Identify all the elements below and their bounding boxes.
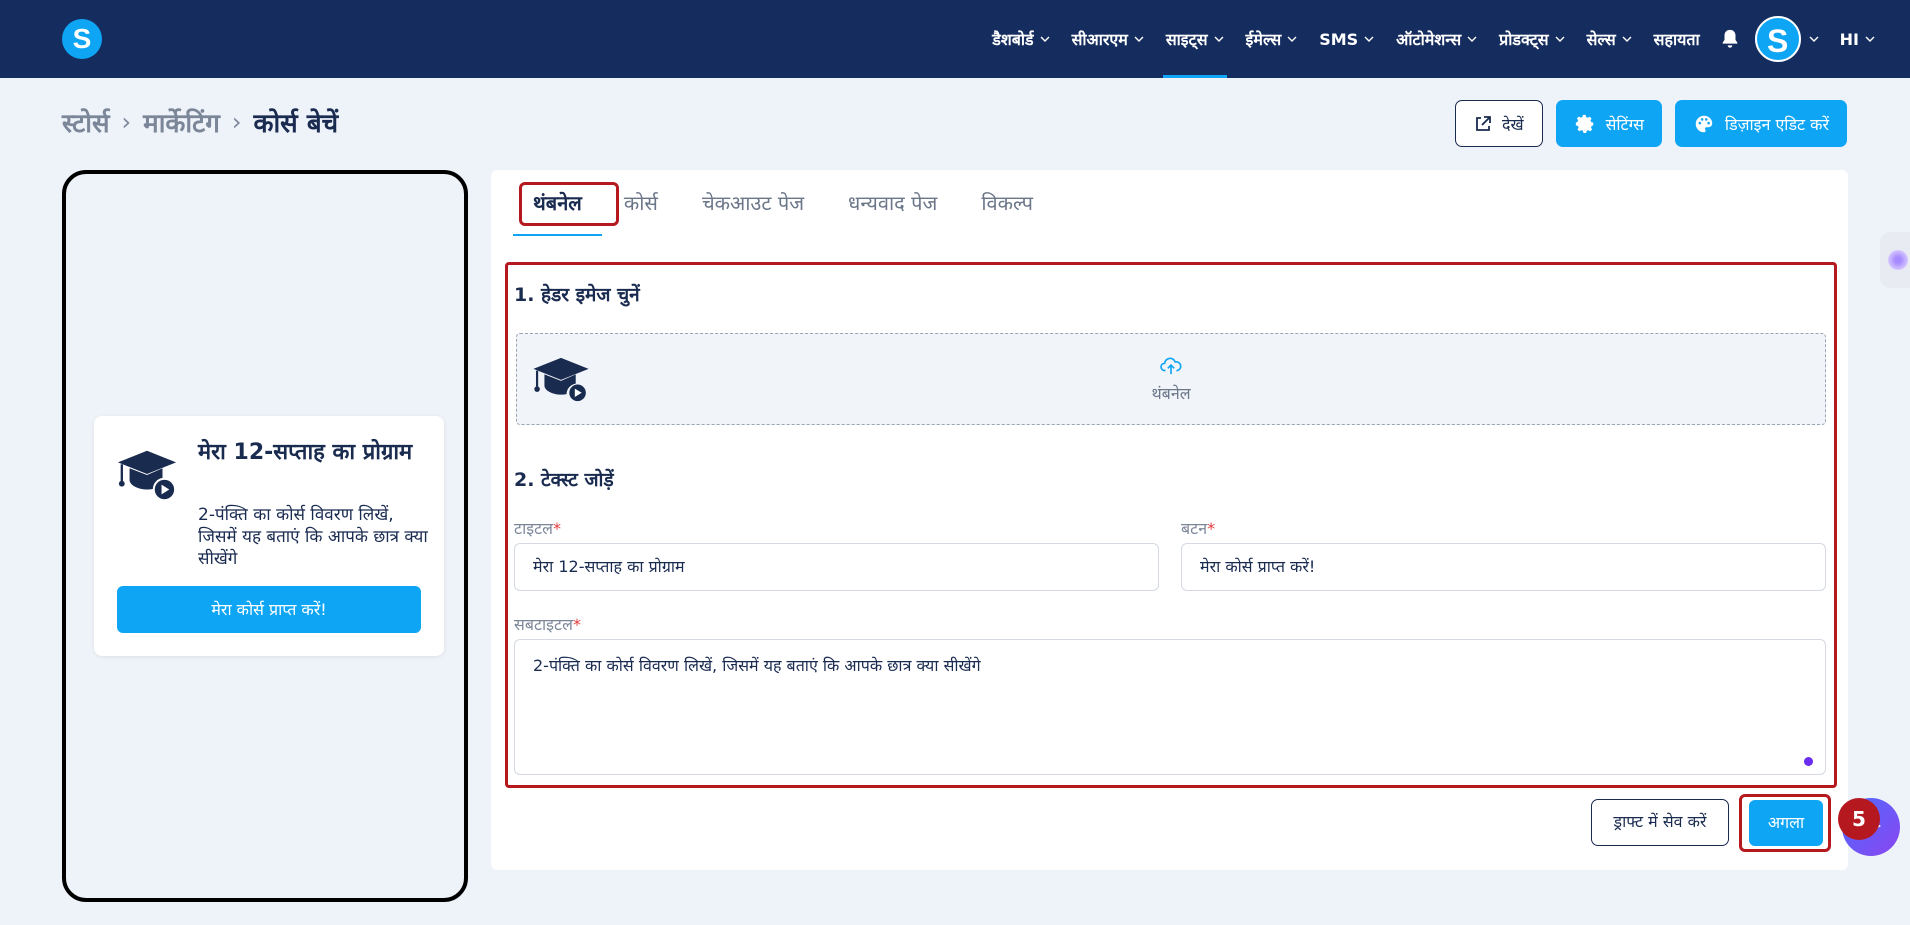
nav-item-label: प्रोडक्ट्स [1499,30,1549,49]
breadcrumb-current: कोर्स बेचें [253,109,339,139]
button-label-text: बटन [1181,519,1208,538]
upload-label: थंबनेल [1151,384,1191,403]
required-mark: * [1207,519,1216,538]
required-mark: * [572,615,581,634]
title-label-text: टाइटल [514,519,553,538]
chevron-down-icon [1134,36,1144,42]
form-highlight-box: 1. हेडर इमेज चुनें थंबनेल 2. टेक्स्ट जोड… [505,262,1837,788]
preview-title: मेरा 12-सप्ताह का प्रोग्राम [198,440,413,465]
chevron-down-icon [1287,36,1297,42]
nav-item-label: सहायता [1653,30,1700,49]
tab-thumbnail[interactable]: थंबनेल [513,170,602,236]
preview-card: मेरा 12-सप्ताह का प्रोग्राम 2-पंक्ति का … [94,416,444,656]
breadcrumb: स्टोर्स › मार्केटिंग › कोर्स बेचें [62,104,338,140]
nav-item-sales[interactable]: सेल्स [1576,0,1643,78]
preview-subtitle: 2-पंक्ति का कोर्स विवरण लिखें, जिसमें यह… [198,505,428,569]
nav-item-label: डैशबोर्ड [992,30,1034,49]
view-button-label: देखें [1501,114,1524,134]
user-label: HI [1839,29,1859,49]
title-input[interactable]: मेरा 12-सप्ताह का प्रोग्राम [514,543,1159,591]
cloud-upload-icon [1160,357,1182,375]
chevron-down-icon [1555,36,1565,42]
gear-icon [1575,114,1593,133]
subtitle-label-text: सबटाइटल [514,615,573,634]
nav-menu: डैशबोर्ड सीआरएम साइट्स ईमेल्स SMS ऑटोमेश… [981,0,1910,78]
chevron-down-icon[interactable] [1809,34,1819,44]
chevron-down-icon [1622,36,1632,42]
external-link-icon [1476,115,1491,131]
nav-item-emails[interactable]: ईमेल्स [1235,0,1309,78]
mobile-preview-frame: मेरा 12-सप्ताह का प्रोग्राम 2-पंक्ति का … [62,170,468,902]
nav-item-products[interactable]: प्रोडक्ट्स [1488,0,1575,78]
required-mark: * [552,519,561,538]
nav-item-sites[interactable]: साइट्स [1155,0,1235,78]
editor-panel: थंबनेल कोर्स चेकआउट पेज धन्यवाद पेज विकल… [491,170,1848,870]
step-number-badge: 5 [1838,798,1880,840]
breadcrumb-stores[interactable]: स्टोर्स [62,104,110,140]
nav-item-dashboard[interactable]: डैशबोर्ड [981,0,1060,78]
nav-item-label: ऑटोमेशन्स [1396,30,1462,49]
nav-item-sms[interactable]: SMS [1308,0,1385,78]
preview-cta-button[interactable]: मेरा कोर्स प्राप्त करें! [117,586,421,633]
chevron-down-icon [1364,36,1374,42]
page-actions: देखें सेटिंग्स डिज़ाइन एडिट करें [1454,100,1847,147]
button-text-input[interactable]: मेरा कोर्स प्राप्त करें! [1181,543,1826,591]
save-draft-button[interactable]: ड्राफ्ट में सेव करें [1591,799,1729,846]
user-menu[interactable]: HI [1829,0,1886,78]
chevron-down-icon [1214,36,1224,42]
chevron-right-icon: › [231,108,242,136]
nav-item-automations[interactable]: ऑटोमेशन्स [1385,0,1488,78]
section-add-text-title: 2. टेक्स्ट जोड़ें [514,469,614,491]
tab-course[interactable]: कोर्स [602,170,680,236]
chevron-down-icon [1865,36,1875,42]
nav-item-help[interactable]: सहायता [1643,0,1711,78]
nav-item-crm[interactable]: सीआरएम [1061,0,1155,78]
grammar-assist-dot[interactable] [1804,757,1813,766]
graduation-cap-icon [117,450,177,500]
breadcrumb-marketing[interactable]: मार्केटिंग [143,104,220,140]
chevron-down-icon [1040,36,1050,42]
tab-checkout-page[interactable]: चेकआउट पेज [680,170,826,236]
title-field-label: टाइटल* [514,517,561,539]
avatar[interactable]: S [1754,16,1801,62]
palette-icon [1695,115,1713,132]
upload-prompt: थंबनेल [517,356,1825,404]
next-button[interactable]: अगला [1749,800,1823,846]
subtitle-text: 2-पंक्ति का कोर्स विवरण लिखें, जिसमें यह… [533,656,981,675]
side-assistant-tab[interactable] [1880,232,1910,288]
subtitle-textarea[interactable]: 2-पंक्ति का कोर्स विवरण लिखें, जिसमें यह… [514,639,1826,775]
tab-thank-you-page[interactable]: धन्यवाद पेज [826,170,959,236]
section-header-image-title: 1. हेडर इमेज चुनें [514,284,640,306]
settings-button[interactable]: सेटिंग्स [1555,100,1662,147]
bell-icon[interactable] [1719,28,1741,50]
header-image-upload[interactable]: थंबनेल [516,333,1826,425]
subtitle-field-label: सबटाइटल* [514,613,581,635]
nav-item-label: साइट्स [1165,30,1208,49]
edit-design-button[interactable]: डिज़ाइन एडिट करें [1674,100,1847,147]
view-button[interactable]: देखें [1454,100,1543,147]
top-navbar: S डैशबोर्ड सीआरएम साइट्स ईमेल्स SMS ऑटोम… [0,0,1910,78]
button-field-label: बटन* [1181,517,1215,539]
app-logo[interactable]: S [62,19,102,59]
nav-item-label: सेल्स [1586,30,1616,49]
edit-design-button-label: डिज़ाइन एडिट करें [1724,114,1829,134]
nav-item-label: सीआरएम [1071,30,1128,49]
settings-button-label: सेटिंग्स [1605,114,1644,134]
tab-options[interactable]: विकल्प [959,170,1055,236]
tab-bar: थंबनेल कोर्स चेकआउट पेज धन्यवाद पेज विकल… [513,170,1055,236]
chevron-right-icon: › [121,108,132,136]
nav-item-label: SMS [1319,29,1359,49]
assistant-orb-icon [1888,250,1908,270]
nav-item-label: ईमेल्स [1245,30,1282,49]
chevron-down-icon [1467,36,1477,42]
